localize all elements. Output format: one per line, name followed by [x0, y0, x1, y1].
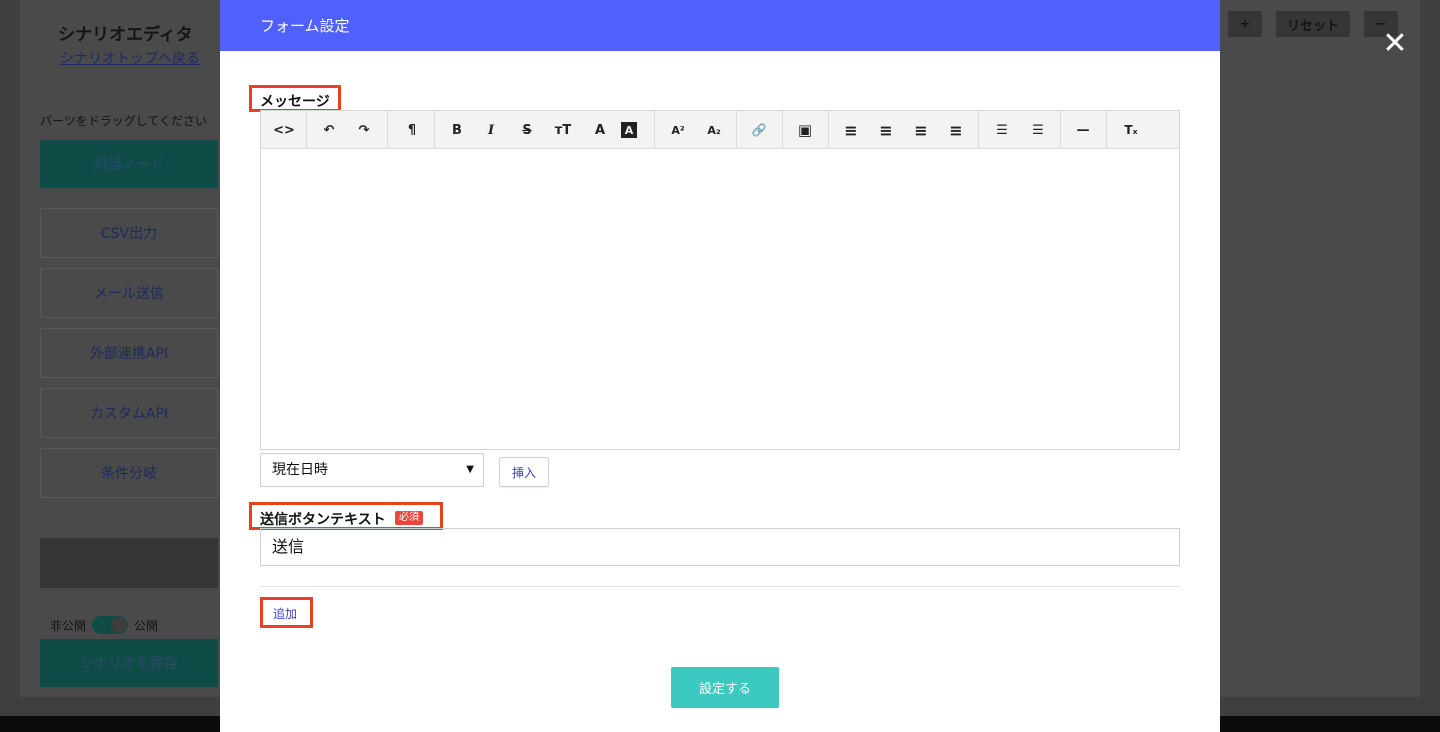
font-color-icon[interactable]: A [587, 119, 613, 141]
image-icon[interactable]: ▣ [792, 119, 818, 141]
toolbar-separator [654, 111, 655, 148]
submit-text-label: 送信ボタンテキスト [260, 512, 386, 528]
align-left-icon[interactable]: ≡ [838, 119, 864, 141]
close-icon[interactable]: ✕ [1382, 29, 1408, 59]
align-justify-icon[interactable]: ≡ [943, 119, 969, 141]
toolbar-separator [736, 111, 737, 148]
message-label: メッセージ [260, 94, 330, 110]
rich-text-editor: <> ↶ ↷ ¶ B I S тT A A A² A₂ 🔗 ▣ ≡ ≡ ≡ ≡ [260, 110, 1180, 450]
part-external-api[interactable]: 外部連携API [40, 328, 218, 378]
italic-icon[interactable]: I [478, 119, 504, 141]
toggle-on-label: 公開 [134, 618, 159, 633]
toolbar-separator [306, 111, 307, 148]
reset-button[interactable]: リセット [1276, 11, 1350, 37]
superscript-icon[interactable]: A² [665, 119, 691, 141]
toolbar-separator [1060, 111, 1061, 148]
strikethrough-icon[interactable]: S [514, 119, 540, 141]
paragraph-icon[interactable]: ¶ [399, 119, 425, 141]
toolbar-separator [434, 111, 435, 148]
redo-icon[interactable]: ↷ [351, 119, 377, 141]
insert-button[interactable]: 挿入 [499, 457, 549, 487]
unordered-list-icon[interactable]: ☰ [989, 119, 1015, 141]
code-view-icon[interactable]: <> [271, 119, 297, 141]
add-button[interactable]: 追加 [273, 605, 297, 622]
apply-settings-button[interactable]: 設定する [671, 667, 779, 708]
clear-format-icon[interactable]: Tₓ [1118, 119, 1144, 141]
link-icon[interactable]: 🔗 [746, 119, 772, 141]
zoom-in-button[interactable]: + [1228, 11, 1262, 37]
font-size-icon[interactable]: тT [550, 119, 576, 141]
toolbar-separator [978, 111, 979, 148]
align-right-icon[interactable]: ≡ [908, 119, 934, 141]
back-to-top-link[interactable]: シナリオトップへ戻る [60, 48, 200, 68]
part-condition-branch[interactable]: 条件分岐 [40, 448, 218, 498]
align-center-icon[interactable]: ≡ [873, 119, 899, 141]
toggle-off-label: 非公開 [50, 618, 87, 633]
horizontal-rule-icon[interactable]: — [1070, 119, 1096, 141]
variable-select-value: 現在日時 [272, 462, 328, 478]
part-dialog-node[interactable]: 対話ノード [40, 140, 218, 188]
message-editor-area[interactable] [261, 149, 1179, 449]
app-title: シナリオエディタ [58, 25, 193, 45]
save-scenario-button[interactable]: シナリオを保存 [40, 639, 218, 687]
sidebar-dark-button[interactable] [40, 538, 218, 588]
toolbar-separator [387, 111, 388, 148]
publish-toggle-row: 非公開 公開 [50, 616, 158, 634]
parts-hint: パーツをドラッグしてください [40, 114, 208, 128]
chevron-down-icon: ▼ [466, 464, 474, 475]
toolbar-separator [828, 111, 829, 148]
toolbar-separator [1106, 111, 1107, 148]
ordered-list-icon[interactable]: ☰ [1025, 119, 1051, 141]
subscript-icon[interactable]: A₂ [701, 119, 727, 141]
bold-icon[interactable]: B [444, 119, 470, 141]
app-canvas [1220, 0, 1420, 697]
publish-toggle[interactable] [92, 616, 129, 634]
part-mail-send[interactable]: メール送信 [40, 268, 218, 318]
modal-title: フォーム設定 [260, 17, 350, 35]
variable-select[interactable]: 現在日時 ▼ [260, 453, 484, 487]
background-color-icon[interactable]: A [621, 122, 637, 138]
part-csv-output[interactable]: CSV出力 [40, 208, 218, 258]
divider [260, 586, 1180, 587]
toolbar-separator [782, 111, 783, 148]
part-custom-api[interactable]: カスタムAPI [40, 388, 218, 438]
form-settings-modal: フォーム設定 メッセージ <> ↶ ↷ ¶ B I S тT A A A² A₂… [220, 0, 1220, 732]
editor-toolbar: <> ↶ ↷ ¶ B I S тT A A A² A₂ 🔗 ▣ ≡ ≡ ≡ ≡ [261, 111, 1179, 149]
undo-icon[interactable]: ↶ [316, 119, 342, 141]
submit-text-input[interactable]: 送信 [260, 528, 1180, 566]
modal-header: フォーム設定 [220, 0, 1220, 51]
required-badge: 必須 [395, 511, 423, 525]
